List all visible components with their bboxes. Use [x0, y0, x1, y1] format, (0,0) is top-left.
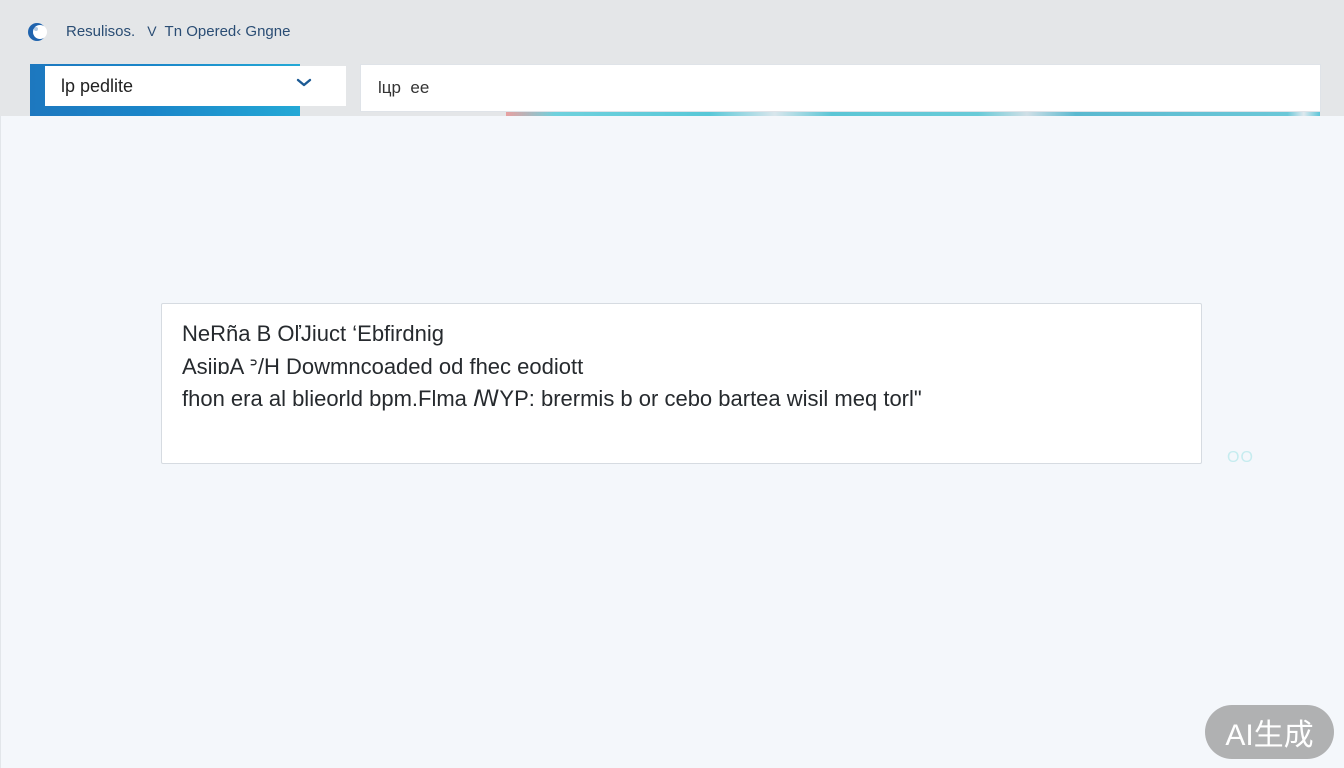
breadcrumb-current[interactable]: Tn Opered‹ Gngne — [165, 23, 291, 40]
search-field[interactable] — [360, 64, 1321, 112]
ai-generated-watermark: AI生成 — [1205, 705, 1334, 759]
breadcrumb-separator: V — [147, 23, 157, 39]
message-line: AsiiɒA ᐣ/H Dowmncoaded od fhec eodiott — [182, 353, 584, 379]
category-select[interactable]: lp pedlite — [45, 66, 346, 106]
side-status-indicator: OO — [1227, 449, 1254, 466]
message-line: NeRña B OľJiuct ‘Ebfirdnig — [182, 321, 444, 346]
breadcrumb: Resulisos. V Tn Opered‹ Gngne — [66, 20, 290, 42]
category-select-value: lp pedlite — [61, 75, 134, 96]
chevron-down-icon[interactable] — [296, 75, 312, 89]
message-card: NeRña B OľJiuct ‘Ebfirdnig AsiiɒA ᐣ/H Do… — [161, 303, 1202, 464]
breadcrumb-root[interactable]: Resulisos. — [66, 23, 135, 40]
message-line: fhon era al blieorld bpm.Flma ꟿYP: brerm… — [182, 386, 922, 411]
search-input[interactable] — [376, 77, 1305, 99]
app-logo-icon[interactable] — [26, 20, 48, 42]
